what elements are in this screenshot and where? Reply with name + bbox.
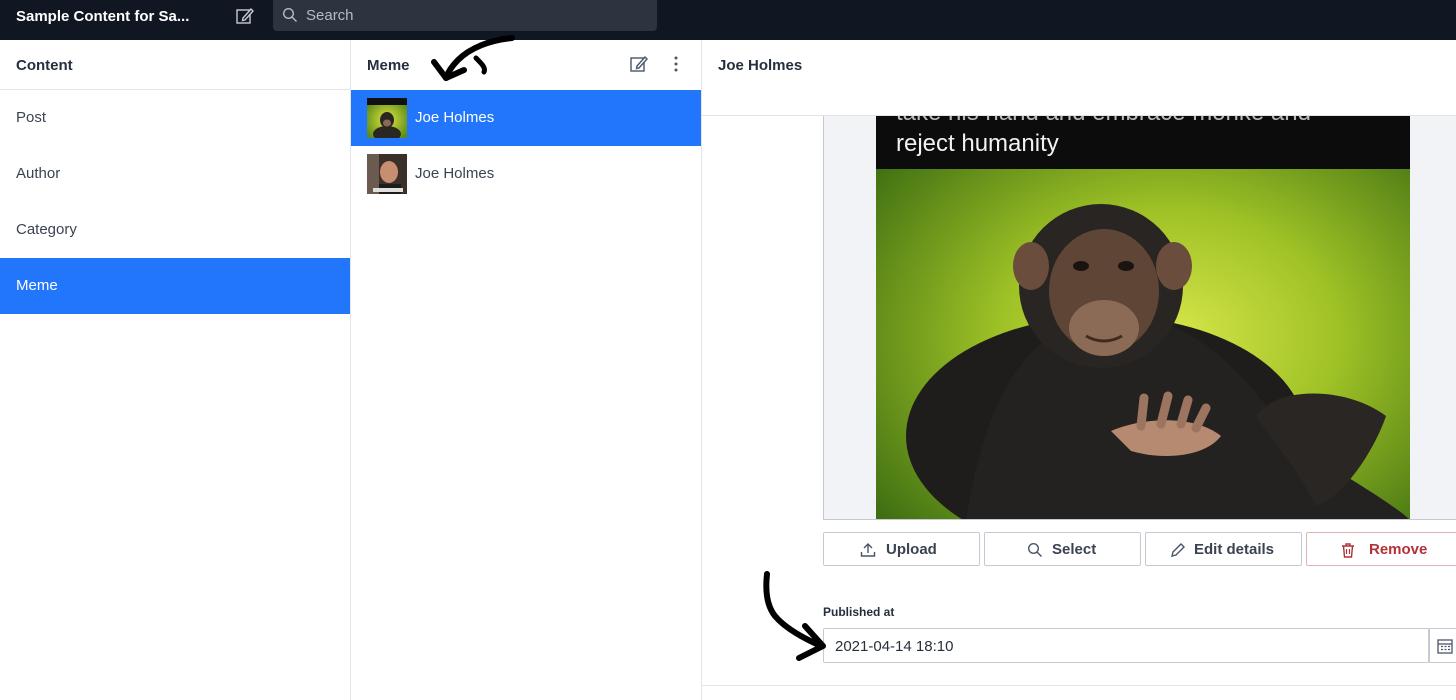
document-thumbnail [367, 154, 407, 194]
nav-item-label: Author [16, 165, 61, 182]
app-title[interactable]: Sample Content for Sa... [16, 8, 216, 26]
image-field[interactable]: take his hand and embrace monke and reje… [823, 116, 1456, 520]
remove-button[interactable]: Remove [1306, 532, 1456, 566]
nav-item-author[interactable]: Author [0, 146, 350, 202]
document-header: Joe Holmes [702, 40, 1456, 116]
pencil-icon [1171, 543, 1185, 557]
more-vertical-icon[interactable] [666, 54, 686, 74]
meme-pane: Meme Joe Holmes Joe Holmes [351, 40, 702, 700]
divider [702, 685, 1456, 686]
trash-icon [1342, 543, 1354, 558]
compose-icon[interactable] [234, 5, 256, 27]
content-pane: Content Post Author Category Meme [0, 40, 351, 700]
edit-details-button[interactable]: Edit details [1145, 532, 1302, 566]
upload-button-label: Upload [886, 541, 937, 558]
pane-title: Meme [367, 57, 410, 74]
upload-button[interactable]: Upload [823, 532, 980, 566]
select-button-label: Select [1052, 541, 1097, 558]
content-pane-header: Content [0, 40, 350, 90]
calendar-icon [1437, 639, 1453, 654]
meme-caption-top: take his hand and embrace monke and [896, 116, 1311, 126]
nav-item-category[interactable]: Category [0, 202, 350, 258]
pane-title: Content [16, 57, 73, 74]
nav-item-label: Post [16, 109, 47, 126]
published-at-input[interactable]: 2021-04-14 18:10 [823, 628, 1429, 663]
select-button[interactable]: Select [984, 532, 1141, 566]
meme-pane-header: Meme [351, 40, 701, 90]
document-title: Joe Holmes [415, 109, 495, 126]
document-heading: Joe Holmes [718, 57, 803, 74]
document-list-item[interactable]: Joe Holmes [351, 90, 701, 146]
nav-item-label: Meme [16, 277, 58, 294]
compose-icon[interactable] [629, 54, 649, 74]
search-icon [1027, 542, 1042, 557]
top-navbar: Sample Content for Sa... Search [0, 0, 1456, 40]
meme-caption: reject humanity [896, 130, 1059, 157]
search-bar[interactable]: Search [273, 0, 657, 31]
nav-item-meme[interactable]: Meme [0, 258, 350, 314]
edit-details-button-label: Edit details [1194, 541, 1275, 558]
document-thumbnail [367, 98, 407, 138]
upload-icon [860, 543, 876, 557]
document-title: Joe Holmes [415, 165, 495, 182]
document-list-item[interactable]: Joe Holmes [351, 146, 701, 202]
calendar-button[interactable] [1429, 628, 1456, 663]
published-at-label: Published at [823, 605, 895, 619]
remove-button-label: Remove [1369, 541, 1428, 558]
nav-item-post[interactable]: Post [0, 90, 350, 146]
nav-item-label: Category [16, 221, 77, 238]
search-icon [282, 7, 297, 22]
search-input[interactable]: Search [306, 7, 354, 24]
document-pane: Joe Holmes take his hand and embrace mon… [702, 40, 1456, 700]
meme-image: take his hand and embrace monke and reje… [876, 116, 1410, 519]
